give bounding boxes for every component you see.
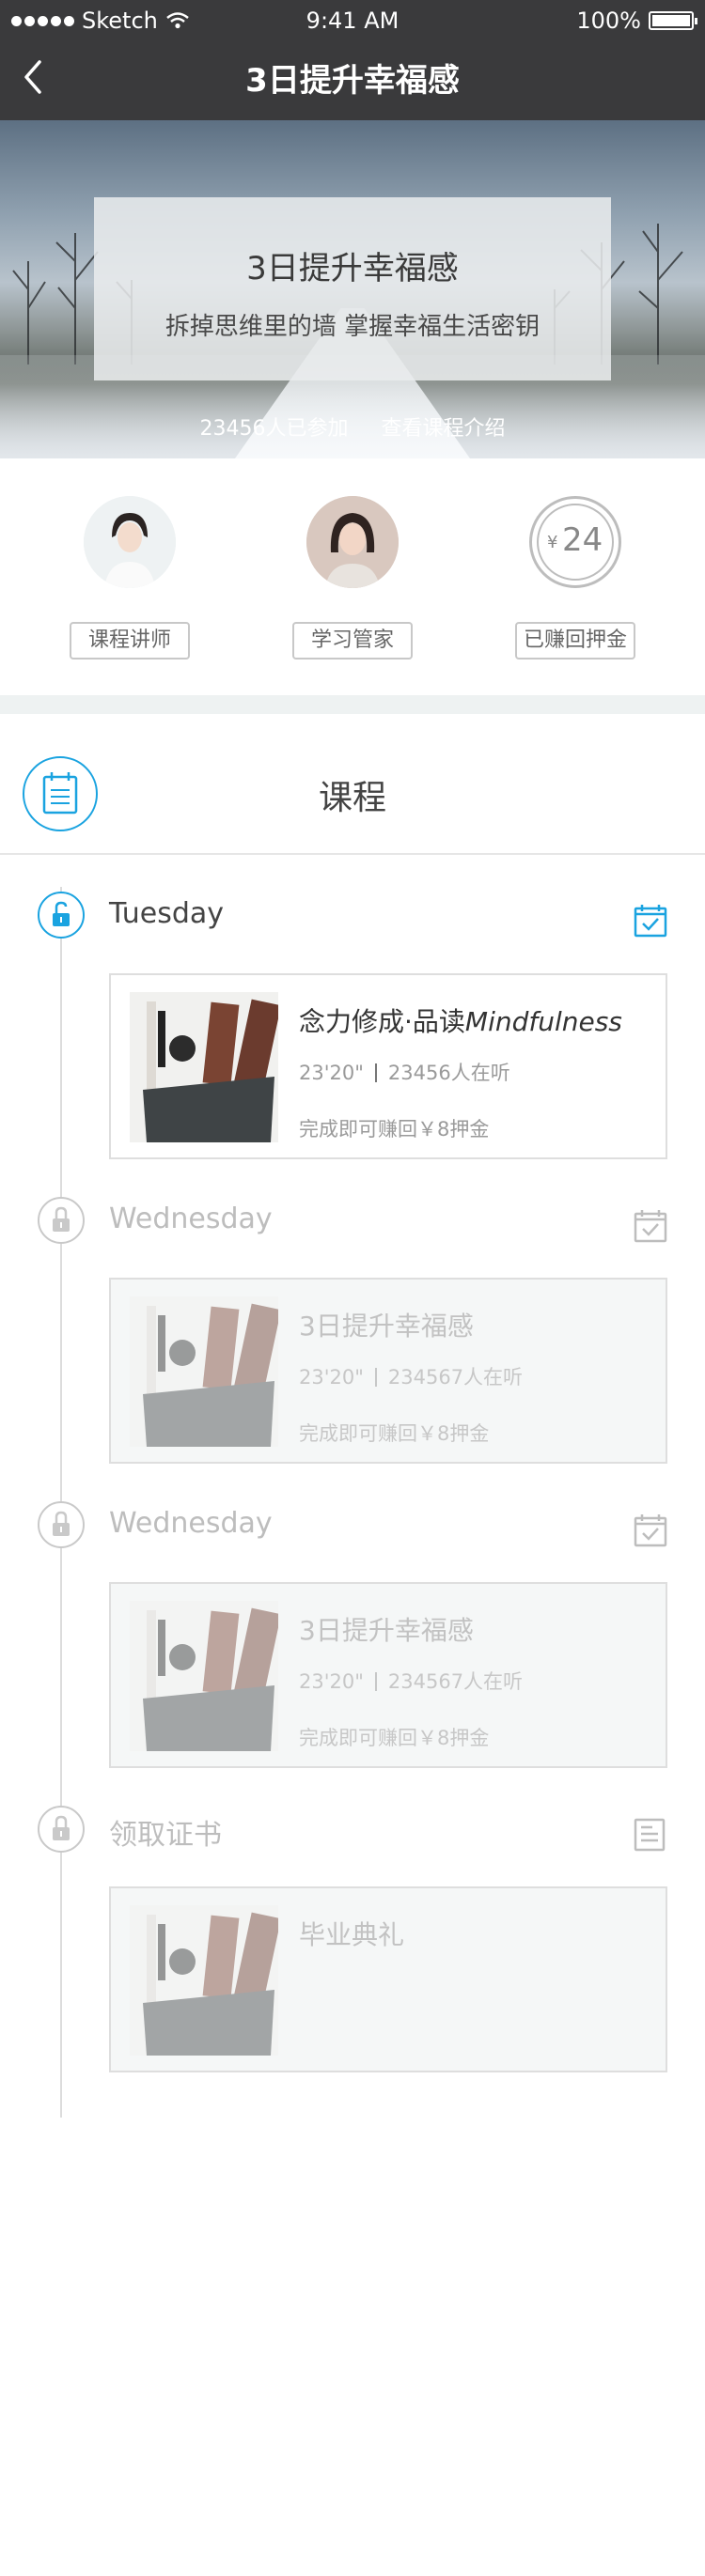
hero-title: 3日提升幸福感 <box>246 250 459 287</box>
day-title: 领取证书 <box>109 1819 222 1852</box>
lecturer-label: 课程讲师 <box>70 622 190 660</box>
page-title: 3日提升幸福感 <box>245 62 460 100</box>
day-title: Wednesday <box>109 1203 273 1235</box>
graduation-name: 毕业典礼 <box>299 1919 405 1950</box>
roles-section: 课程讲师 学习管家 ¥ 24 已赚回押金 <box>0 458 705 695</box>
lesson-name: 念力修成·品读Mindfulness <box>299 1006 622 1037</box>
deposit-label: 已赚回押金 <box>515 622 635 660</box>
course-title: 课程 <box>318 779 386 817</box>
lesson-thumbnail <box>130 1905 278 2056</box>
top-bar: Sketch 9:41 AM 100% 3日提升幸福感 <box>0 0 705 120</box>
lesson-card[interactable]: 3日提升幸福感 23'20" 234567人在听 完成即可赚回￥8押金 <box>109 1582 667 1768</box>
lesson-card[interactable]: 念力修成·品读Mindfulness 23'20" 23456人在听 完成即可赚回… <box>109 973 667 1159</box>
deposit-badge: ¥ 24 <box>529 496 621 588</box>
lesson-reward: 完成即可赚回￥8押金 <box>299 1118 490 1141</box>
calendar-check-icon[interactable] <box>634 904 667 938</box>
lecturer-avatar <box>84 496 176 588</box>
calendar-check-icon <box>634 1210 667 1243</box>
deposit-entry[interactable]: ¥ 24 已赚回押金 <box>509 496 641 660</box>
lock-icon <box>38 1806 85 1853</box>
lesson-name: 3日提升幸福感 <box>299 1311 474 1342</box>
hero-meta: 23456人已参加 查看课程介绍 <box>0 411 705 442</box>
hero-subtitle: 拆掉思维里的墙 掌握幸福生活密钥 <box>164 313 540 341</box>
lesson-meta: 23'20" 234567人在听 <box>299 1366 524 1389</box>
battery-percent: 100% <box>576 8 641 34</box>
lesson-thumbnail <box>130 1601 278 1751</box>
manager-entry[interactable]: 学习管家 <box>287 496 418 660</box>
day-title: Wednesday <box>109 1507 273 1540</box>
battery-icon <box>649 11 697 30</box>
unlock-icon <box>38 892 85 939</box>
lesson-meta: 23'20" 23456人在听 <box>299 1062 510 1084</box>
section-divider <box>0 695 705 714</box>
lesson-reward: 完成即可赚回￥8押金 <box>299 1727 490 1749</box>
calendar-check-icon <box>634 1514 667 1547</box>
deposit-amount: 24 <box>562 521 603 559</box>
certificate-icon <box>634 1818 666 1852</box>
participants-count: 23456人已参加 <box>199 417 349 441</box>
lock-icon <box>38 1197 85 1244</box>
lesson-meta: 23'20" 234567人在听 <box>299 1670 524 1693</box>
course-intro-link[interactable]: 查看课程介绍 <box>381 417 505 441</box>
hero-banner: 3日提升幸福感 拆掉思维里的墙 掌握幸福生活密钥 23456人已参加 查看课程介… <box>0 120 705 458</box>
lesson-reward: 完成即可赚回￥8押金 <box>299 1422 490 1445</box>
manager-label: 学习管家 <box>292 622 413 660</box>
manager-avatar <box>306 496 399 588</box>
course-header: 课程 <box>0 714 705 855</box>
graduation-card[interactable]: 毕业典礼 <box>109 1886 667 2072</box>
lesson-thumbnail <box>130 1296 278 1447</box>
lecturer-entry[interactable]: 课程讲师 <box>64 496 196 660</box>
hero-card: 3日提升幸福感 拆掉思维里的墙 掌握幸福生活密钥 <box>94 197 611 380</box>
day-title: Tuesday <box>109 897 225 930</box>
lesson-thumbnail <box>130 992 278 1142</box>
lock-icon <box>38 1501 85 1548</box>
lesson-card[interactable]: 3日提升幸福感 23'20" 234567人在听 完成即可赚回￥8押金 <box>109 1278 667 1464</box>
status-bar: Sketch 9:41 AM 100% <box>0 0 705 41</box>
currency-symbol: ¥ <box>547 533 558 552</box>
lesson-name: 3日提升幸福感 <box>299 1615 474 1646</box>
